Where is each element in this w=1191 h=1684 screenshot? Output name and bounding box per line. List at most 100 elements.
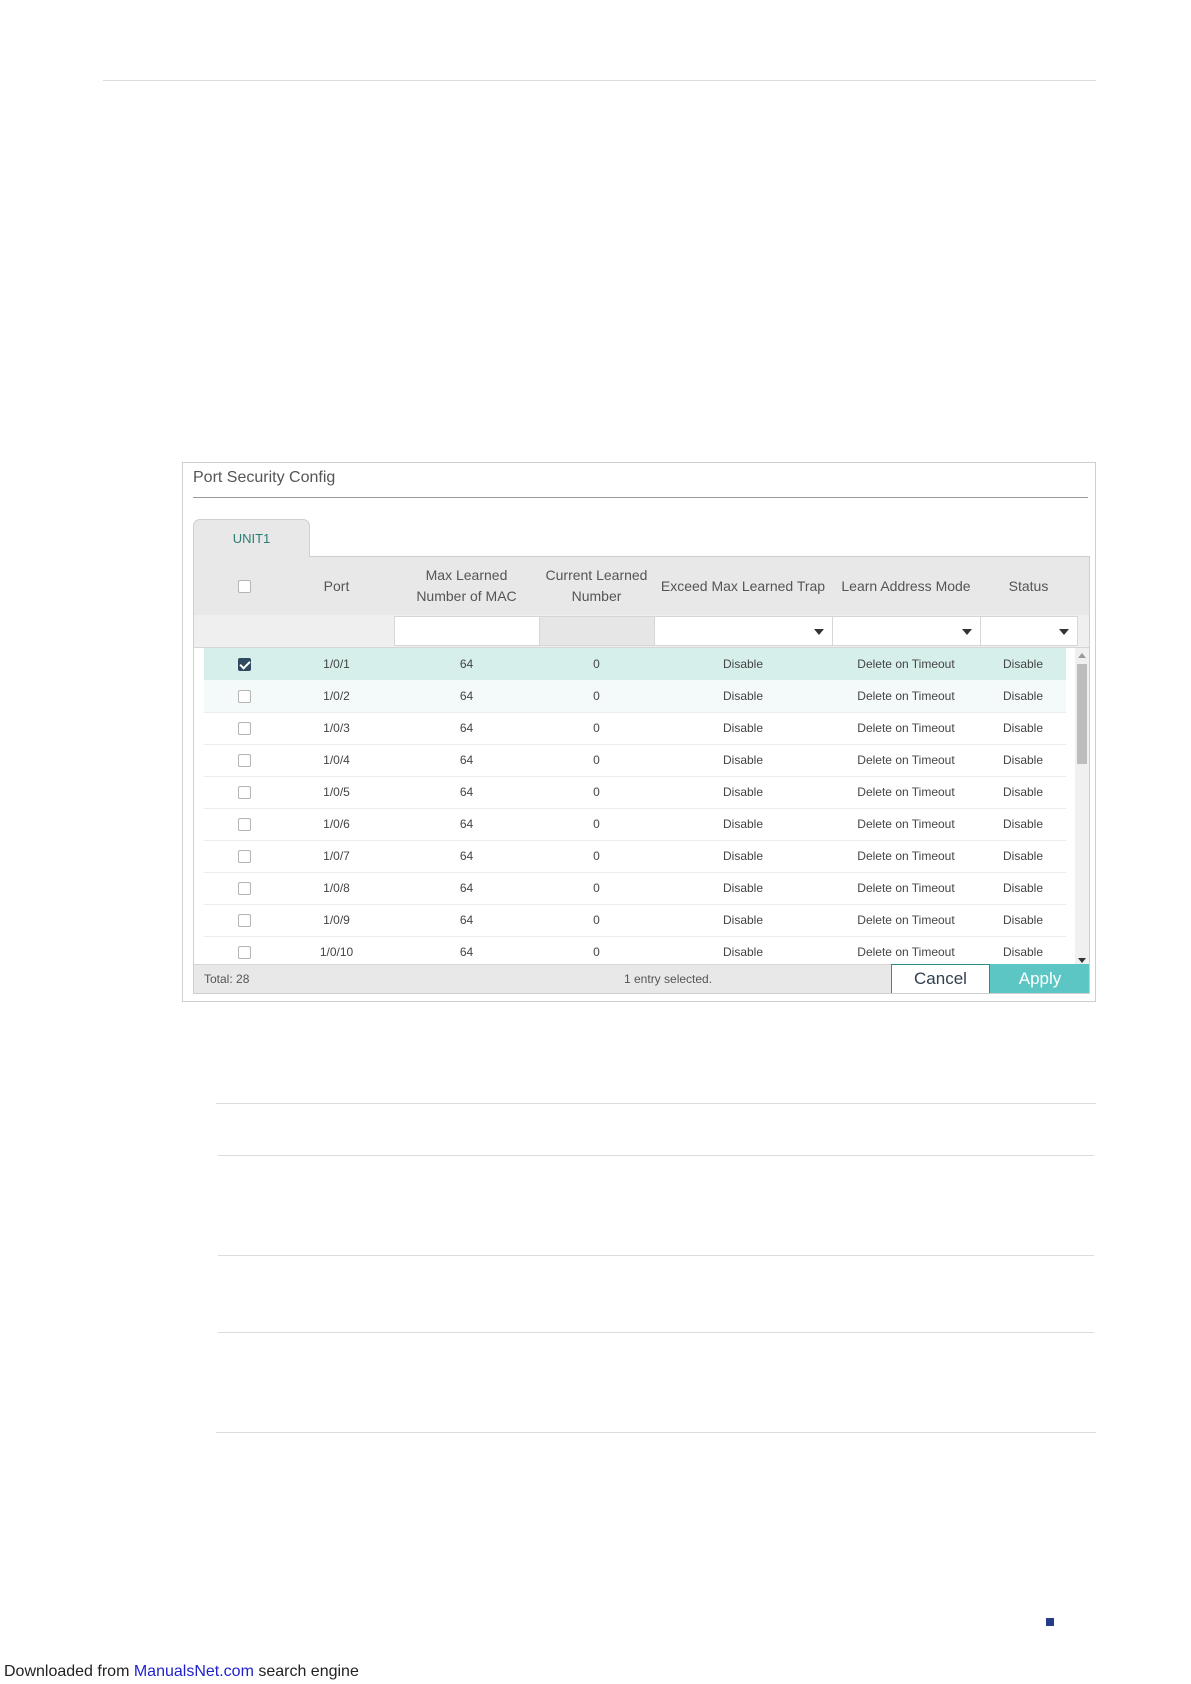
row-checkbox[interactable] xyxy=(237,721,251,735)
row-checkbox[interactable] xyxy=(237,689,251,703)
cell-status: Disable xyxy=(1002,689,1044,703)
cell-mode: Delete on Timeout xyxy=(857,689,955,703)
cell-port: 1/0/1 xyxy=(323,657,350,671)
cell-max: 64 xyxy=(459,881,474,895)
row-checkbox[interactable] xyxy=(237,785,251,799)
header-port: Port xyxy=(323,577,350,594)
table-row[interactable]: 1/0/6 64 0 Disable Delete on Timeout Disable xyxy=(204,808,1066,841)
header-max-learned-line2: Number of MAC xyxy=(416,588,517,604)
select-all-checkbox[interactable] xyxy=(237,579,251,593)
scroll-up-icon[interactable] xyxy=(1078,653,1086,658)
cell-status: Disable xyxy=(1002,657,1044,671)
table-row[interactable]: 1/0/2 64 0 Disable Delete on Timeout Disable xyxy=(204,680,1066,713)
cell-current: 0 xyxy=(593,881,600,895)
cell-max: 64 xyxy=(459,913,474,927)
row-checkbox[interactable] xyxy=(237,657,251,671)
port-table: Port Max Learned Number of MAC Current L… xyxy=(193,556,1090,994)
table-rule-2 xyxy=(218,1155,1094,1156)
cell-current: 0 xyxy=(593,753,600,767)
scrollbar-thumb[interactable] xyxy=(1077,664,1087,764)
max-learned-filter-input[interactable] xyxy=(394,616,540,646)
chevron-down-icon xyxy=(962,629,972,635)
header-exceed-trap: Exceed Max Learned Trap xyxy=(660,577,826,594)
header-max-learned-line1: Max Learned xyxy=(425,567,508,583)
cell-port: 1/0/7 xyxy=(323,849,350,863)
cell-status: Disable xyxy=(1002,753,1044,767)
row-select-cell xyxy=(204,776,284,808)
learn-mode-filter-select[interactable] xyxy=(832,616,981,646)
table-rule-5 xyxy=(216,1432,1096,1433)
cell-port: 1/0/2 xyxy=(323,689,350,703)
cell-status: Disable xyxy=(1002,721,1044,735)
cell-mode: Delete on Timeout xyxy=(857,849,955,863)
cell-mode: Delete on Timeout xyxy=(857,721,955,735)
cell-trap: Disable xyxy=(722,881,764,895)
exceed-trap-filter-select[interactable] xyxy=(654,616,833,646)
row-checkbox[interactable] xyxy=(237,945,251,959)
apply-button[interactable]: Apply xyxy=(990,964,1089,993)
table-header: Port Max Learned Number of MAC Current L… xyxy=(194,557,1089,616)
cell-max: 64 xyxy=(459,721,474,735)
row-select-cell xyxy=(204,808,284,840)
header-status: Status xyxy=(1008,577,1049,594)
cell-status: Disable xyxy=(1002,881,1044,895)
manualsnet-link[interactable]: ManualsNet.com xyxy=(134,1663,254,1680)
row-checkbox[interactable] xyxy=(237,753,251,767)
table-row[interactable]: 1/0/5 64 0 Disable Delete on Timeout Disable xyxy=(204,776,1066,809)
row-select-cell xyxy=(204,840,284,872)
cell-trap: Disable xyxy=(722,753,764,767)
current-learned-filter xyxy=(539,616,655,646)
vertical-scrollbar[interactable] xyxy=(1075,648,1089,968)
header-current-learned-line2: Number xyxy=(571,588,622,604)
cell-current: 0 xyxy=(593,721,600,735)
row-checkbox[interactable] xyxy=(237,881,251,895)
cell-max: 64 xyxy=(459,689,474,703)
status-filter-select[interactable] xyxy=(980,616,1078,646)
header-select-all xyxy=(194,557,294,615)
cell-trap: Disable xyxy=(722,689,764,703)
header-current-learned: Current Learned Number xyxy=(539,557,654,615)
cell-mode: Delete on Timeout xyxy=(857,785,955,799)
cell-trap: Disable xyxy=(722,817,764,831)
scroll-down-icon[interactable] xyxy=(1078,958,1086,963)
cell-status: Disable xyxy=(1002,817,1044,831)
cell-mode: Delete on Timeout xyxy=(857,753,955,767)
cell-trap: Disable xyxy=(722,721,764,735)
cell-port: 1/0/5 xyxy=(323,785,350,799)
row-select-cell xyxy=(204,872,284,904)
header-current-learned-line1: Current Learned xyxy=(545,567,648,583)
cell-mode: Delete on Timeout xyxy=(857,881,955,895)
cell-current: 0 xyxy=(593,785,600,799)
table-row[interactable]: 1/0/9 64 0 Disable Delete on Timeout Disable xyxy=(204,904,1066,937)
cell-current: 0 xyxy=(593,817,600,831)
page-marker xyxy=(1046,1618,1054,1626)
row-checkbox[interactable] xyxy=(237,913,251,927)
selection-status: 1 entry selected. xyxy=(624,972,713,986)
cell-status: Disable xyxy=(1002,913,1044,927)
cell-port: 1/0/8 xyxy=(323,881,350,895)
table-row[interactable]: 1/0/1 64 0 Disable Delete on Timeout Disable xyxy=(204,648,1066,681)
row-select-cell xyxy=(204,648,284,680)
table-row[interactable]: 1/0/7 64 0 Disable Delete on Timeout Disable xyxy=(204,840,1066,873)
row-checkbox[interactable] xyxy=(237,817,251,831)
download-notice: Downloaded from ManualsNet.com search en… xyxy=(4,1663,359,1681)
cancel-button[interactable]: Cancel xyxy=(891,964,990,993)
cell-status: Disable xyxy=(1002,849,1044,863)
table-row[interactable]: 1/0/3 64 0 Disable Delete on Timeout Disable xyxy=(204,712,1066,745)
chevron-down-icon xyxy=(814,629,824,635)
cell-port: 1/0/4 xyxy=(323,753,350,767)
table-rule-3 xyxy=(218,1255,1094,1256)
filter-row xyxy=(194,615,1089,648)
tab-unit1[interactable]: UNIT1 xyxy=(193,519,310,557)
table-row[interactable]: 1/0/4 64 0 Disable Delete on Timeout Disable xyxy=(204,744,1066,777)
table-rule-1 xyxy=(216,1103,1096,1104)
row-select-cell xyxy=(204,712,284,744)
panel-title: Port Security Config xyxy=(193,469,336,486)
cell-port: 1/0/3 xyxy=(323,721,350,735)
download-suffix: search engine xyxy=(253,1663,359,1680)
cell-port: 1/0/6 xyxy=(323,817,350,831)
cell-current: 0 xyxy=(593,849,600,863)
cell-port: 1/0/9 xyxy=(323,913,350,927)
row-checkbox[interactable] xyxy=(237,849,251,863)
table-row[interactable]: 1/0/8 64 0 Disable Delete on Timeout Disable xyxy=(204,872,1066,905)
